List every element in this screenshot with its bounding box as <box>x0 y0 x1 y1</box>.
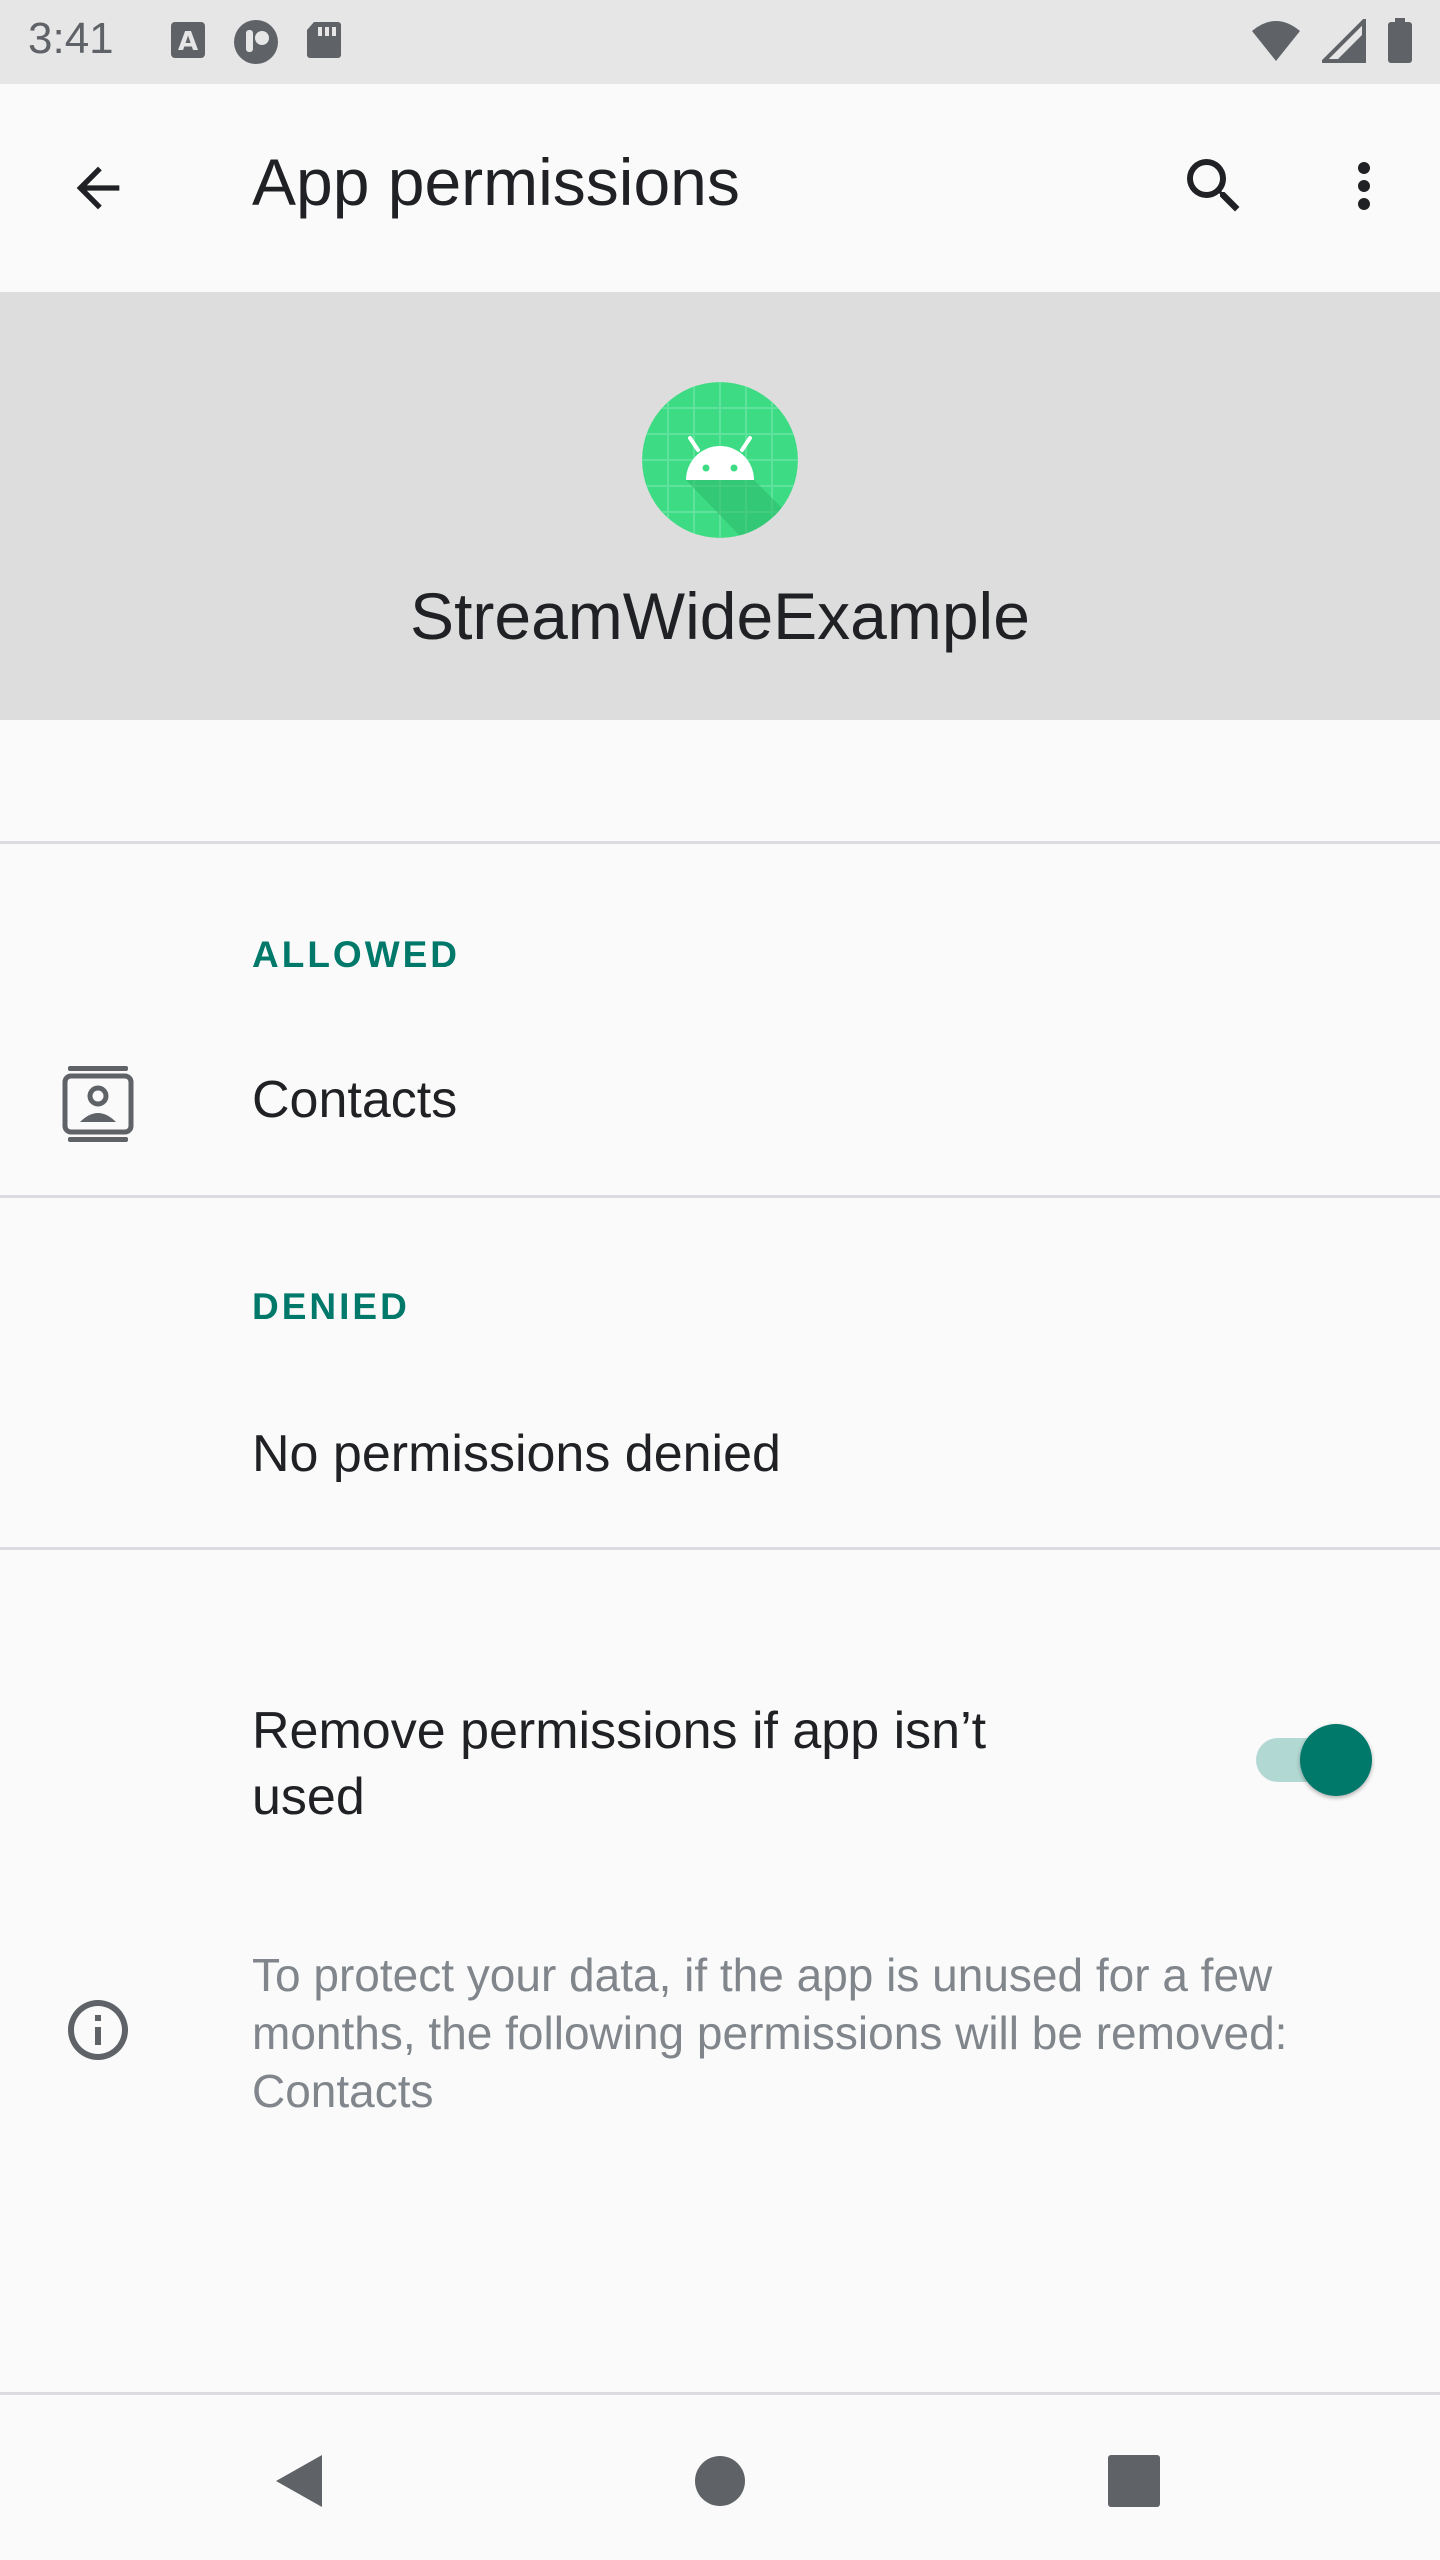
status-bar: 3:41 A <box>0 0 1440 84</box>
arrow-back-icon <box>76 166 120 210</box>
status-system-icons <box>1250 16 1414 69</box>
nav-home-button[interactable] <box>678 2439 762 2523</box>
signal-icon <box>1319 16 1366 68</box>
app-header: StreamWideExample <box>0 292 1440 720</box>
a-box-icon: A <box>168 18 208 71</box>
app-name: StreamWideExample <box>410 579 1030 653</box>
search-icon <box>1187 159 1240 212</box>
allowed-section-header: ALLOWED <box>252 934 461 975</box>
sim-toolkit-icon <box>232 18 280 71</box>
divider <box>0 1547 1440 1550</box>
wifi-icon <box>1250 19 1302 68</box>
back-button[interactable] <box>56 146 140 230</box>
denied-empty-text: No permissions denied <box>252 1425 781 1483</box>
nav-home-icon <box>695 2456 745 2506</box>
permission-label: Contacts <box>252 1071 458 1129</box>
divider <box>0 1195 1440 1198</box>
nav-recents-button[interactable] <box>1092 2439 1176 2523</box>
page-title: App permissions <box>252 145 740 219</box>
auto-revoke-label: Remove permissions if app isn’t used <box>252 1702 987 1826</box>
search-button[interactable] <box>1172 144 1256 228</box>
nav-back-icon <box>276 2455 322 2507</box>
app-bar: App permissions <box>0 84 1440 282</box>
navigation-bar <box>0 2392 1440 2560</box>
status-notification-icons: A <box>168 18 344 71</box>
contacts-icon <box>58 1062 138 1146</box>
battery-icon <box>1386 18 1414 69</box>
svg-text:A: A <box>178 27 198 57</box>
auto-revoke-info-text: To protect your data, if the app is unus… <box>252 1949 1288 2117</box>
denied-empty-row: No permissions denied <box>0 1394 1440 1514</box>
more-options-button[interactable] <box>1322 144 1406 228</box>
status-time: 3:41 <box>28 14 114 63</box>
divider <box>0 841 1440 844</box>
permission-item-contacts[interactable]: Contacts <box>0 1040 1440 1206</box>
sd-card-icon <box>304 18 344 71</box>
auto-revoke-row[interactable]: Remove permissions if app isn’t used <box>0 1640 1440 1840</box>
denied-section-header: DENIED <box>252 1286 410 1327</box>
more-vert-icon <box>1358 162 1370 210</box>
nav-recents-icon <box>1108 2455 1160 2507</box>
info-icon <box>58 1990 138 2070</box>
auto-revoke-switch[interactable] <box>1300 1724 1372 1796</box>
android-icon <box>642 382 798 538</box>
nav-back-button[interactable] <box>258 2439 342 2523</box>
